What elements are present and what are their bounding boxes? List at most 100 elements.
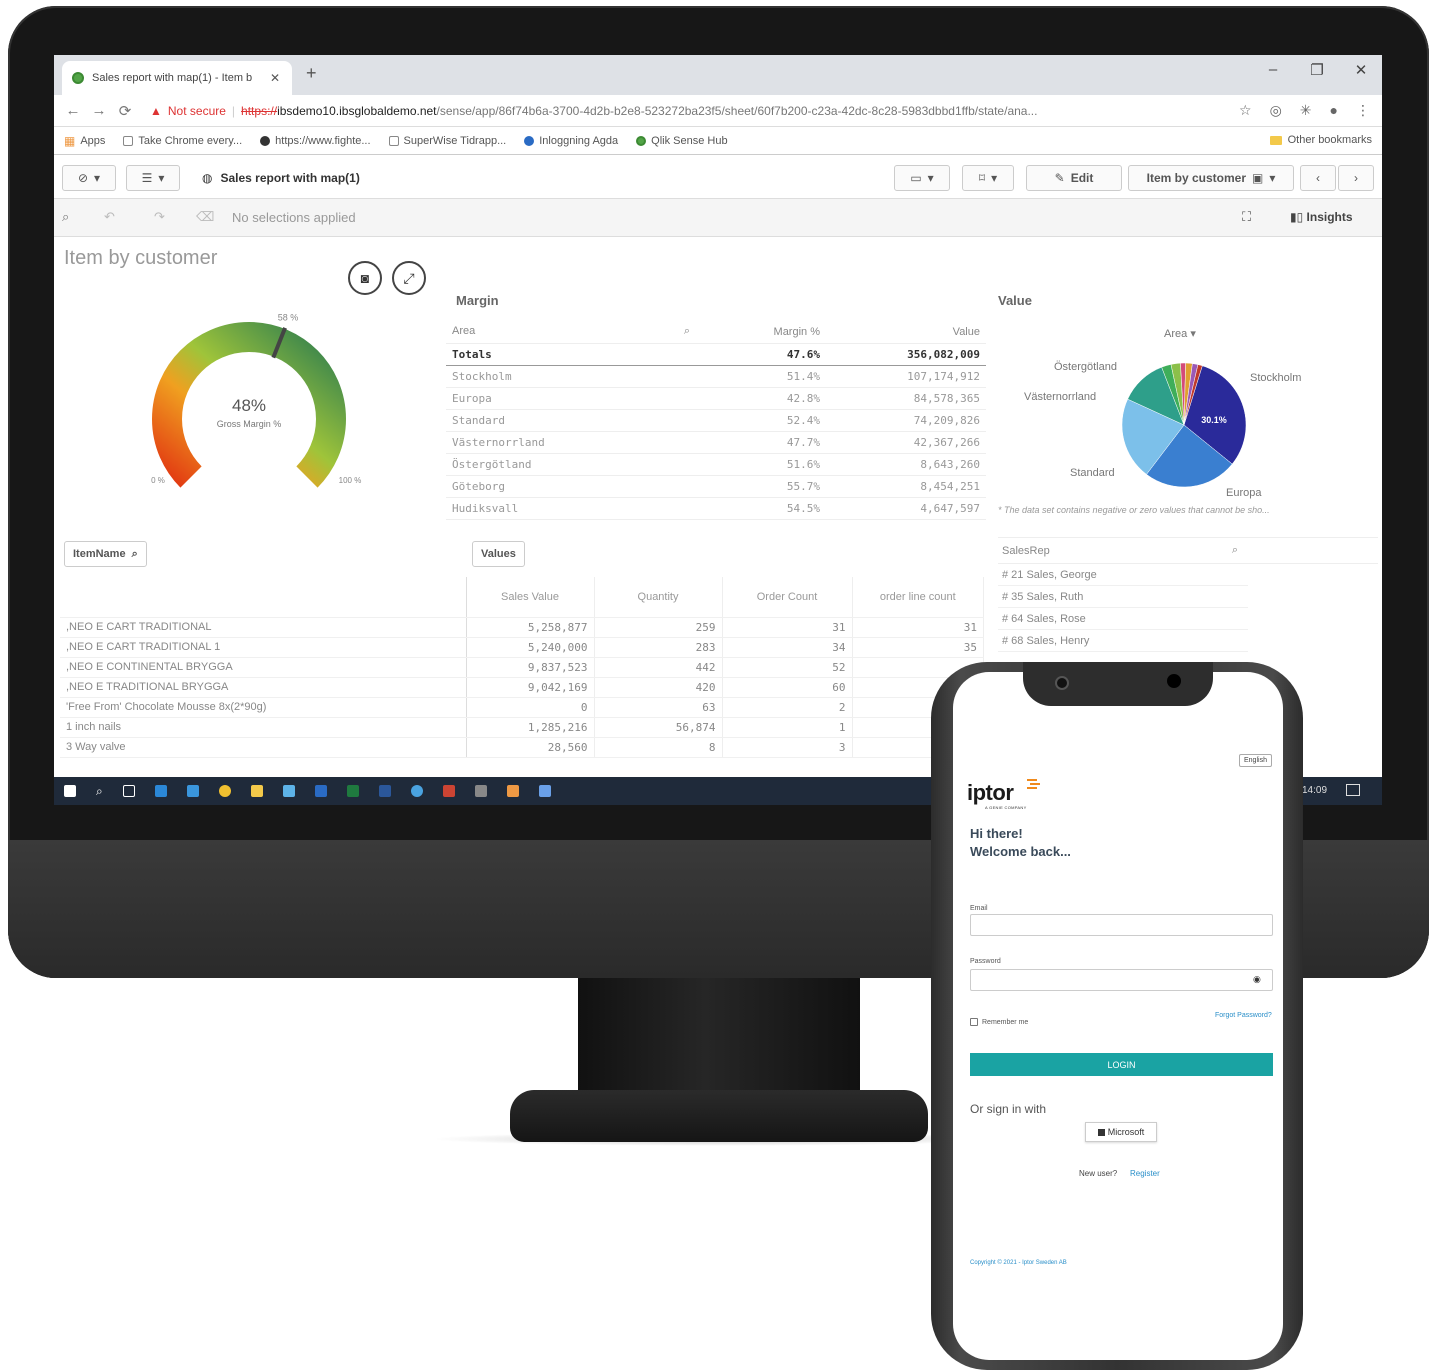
remember-checkbox[interactable] bbox=[970, 1018, 978, 1026]
forgot-password-link[interactable]: Forgot Password? bbox=[1215, 1012, 1272, 1019]
forward-arrow-icon[interactable]: → bbox=[86, 102, 112, 119]
salesrep-header[interactable]: SalesRep ⌕ bbox=[998, 538, 1378, 564]
step-back-icon[interactable]: ↶ bbox=[104, 209, 115, 225]
pie-dimension-selector[interactable]: Area ▾ bbox=[1164, 327, 1196, 340]
table-row[interactable]: ,NEO E CART TRADITIONAL 5,258,877 259 31 31 bbox=[60, 617, 984, 638]
margin-cell: 84,578,365 bbox=[826, 387, 986, 410]
bookmark-item[interactable]: https://www.fighte... bbox=[260, 135, 371, 147]
header-order-count[interactable]: Order Count bbox=[722, 577, 853, 618]
url-scheme: https:// bbox=[241, 103, 278, 118]
star-icon[interactable]: ☆ bbox=[1239, 102, 1252, 119]
selection-tool-icon[interactable]: ⛶ bbox=[1242, 209, 1251, 225]
store-icon[interactable] bbox=[282, 785, 295, 797]
task-view-icon[interactable] bbox=[122, 785, 135, 797]
language-button[interactable]: English bbox=[1239, 754, 1272, 767]
edit-button[interactable]: ✎ Edit bbox=[1026, 165, 1122, 191]
bookmark-item[interactable]: Inloggning Agda bbox=[524, 135, 618, 147]
app-icon[interactable] bbox=[506, 785, 519, 797]
margin-header-margin[interactable]: Margin % bbox=[696, 321, 826, 344]
extension-2-icon[interactable]: ✳ bbox=[1300, 102, 1312, 119]
extension-icon[interactable]: ◎ bbox=[1270, 102, 1282, 119]
margin-table-row[interactable]: Hudiksvall 54.5% 4,647,597 bbox=[446, 497, 986, 520]
margin-table-row[interactable]: Östergötland 51.6% 8,643,260 bbox=[446, 453, 986, 476]
maximize-button[interactable]: ❐ bbox=[1302, 61, 1332, 79]
register-link[interactable]: Register bbox=[1130, 1169, 1160, 1178]
app-icon[interactable] bbox=[538, 785, 551, 797]
reload-icon[interactable]: ⟳ bbox=[112, 102, 138, 120]
table-row[interactable]: 'Free From' Chocolate Mousse 8x(2*90g) 0 6… bbox=[60, 697, 984, 718]
global-menu-button[interactable]: ☰ ▾ bbox=[126, 165, 180, 191]
microsoft-signin-button[interactable]: Microsoft bbox=[1085, 1122, 1157, 1142]
camera-icon: ◙ bbox=[360, 270, 370, 286]
bookmark-button[interactable]: ⌑ ▾ bbox=[962, 165, 1014, 191]
clear-selections-icon[interactable]: ⌫ bbox=[196, 209, 214, 225]
windows-start-icon[interactable] bbox=[64, 785, 76, 797]
step-forward-icon[interactable]: ↷ bbox=[154, 209, 165, 225]
list-item[interactable]: # 21 Sales, George bbox=[998, 564, 1248, 586]
itemname-filter[interactable]: ItemName ⌕ bbox=[64, 541, 147, 567]
url-field[interactable]: ▲ Not secure | https://ibsdemo10.ibsglob… bbox=[150, 104, 1190, 118]
outlook-icon[interactable] bbox=[314, 785, 327, 797]
apps-grid-icon: ▦ bbox=[64, 133, 76, 148]
tab-close-icon[interactable]: ✕ bbox=[270, 71, 280, 85]
table-row[interactable]: 3 Way valve 28,560 8 3 bbox=[60, 737, 984, 758]
search-icon[interactable]: ⌕ bbox=[96, 784, 103, 799]
sheet-selector[interactable]: Item by customer ▣ ▾ bbox=[1128, 165, 1294, 191]
smart-search-icon[interactable]: ⌕ bbox=[62, 209, 69, 225]
excel-icon[interactable] bbox=[346, 785, 359, 797]
menu-dots-icon[interactable]: ⋮ bbox=[1356, 102, 1370, 119]
margin-table-row[interactable]: Europa 42.8% 84,578,365 bbox=[446, 387, 986, 410]
bookmark-item[interactable]: Take Chrome every... bbox=[123, 135, 242, 147]
notifications-icon[interactable] bbox=[1346, 784, 1360, 796]
previous-sheet-button[interactable]: ‹ bbox=[1300, 165, 1336, 191]
table-row[interactable]: ,NEO E TRADITIONAL BRYGGA 9,042,169 420 60 bbox=[60, 677, 984, 698]
margin-header-value[interactable]: Value bbox=[826, 321, 986, 344]
search-icon[interactable]: ⌕ bbox=[684, 325, 690, 338]
table-row[interactable]: ,NEO E CART TRADITIONAL 1 5,240,000 283 34 3… bbox=[60, 637, 984, 658]
list-item[interactable]: # 68 Sales, Henry bbox=[998, 630, 1248, 652]
snapshot-button[interactable]: ◙ bbox=[348, 261, 382, 295]
list-item[interactable]: # 64 Sales, Rose bbox=[998, 608, 1248, 630]
pie-label-ostergotland: Östergötland bbox=[1054, 361, 1117, 373]
explorer-icon[interactable] bbox=[250, 785, 263, 797]
margin-cell: 8,643,260 bbox=[826, 453, 986, 476]
profile-icon[interactable]: ● bbox=[1330, 102, 1338, 119]
login-button[interactable]: LOGIN bbox=[970, 1053, 1273, 1076]
other-bookmarks[interactable]: Other bookmarks bbox=[1269, 134, 1372, 146]
chrome-icon[interactable] bbox=[218, 785, 231, 797]
ie-icon[interactable] bbox=[186, 785, 199, 797]
insights-button[interactable]: ▮▯ Insights bbox=[1290, 210, 1353, 224]
edge-icon[interactable] bbox=[154, 785, 167, 797]
margin-table-row[interactable]: Stockholm 51.4% 107,174,912 bbox=[446, 365, 986, 388]
margin-header-area[interactable]: Area ⌕ bbox=[446, 321, 696, 344]
margin-table-row[interactable]: Standard 52.4% 74,209,826 bbox=[446, 409, 986, 432]
close-window-button[interactable]: ✕ bbox=[1346, 61, 1376, 79]
margin-table-row[interactable]: Västernorrland 47.7% 42,367,266 bbox=[446, 431, 986, 454]
story-button[interactable]: ▭ ▾ bbox=[894, 165, 950, 191]
list-item[interactable]: # 35 Sales, Ruth bbox=[998, 586, 1248, 608]
app-icon[interactable] bbox=[410, 785, 423, 797]
bookmark-item[interactable]: SuperWise Tidrapp... bbox=[388, 135, 506, 147]
header-order-line-count[interactable]: order line count bbox=[852, 577, 984, 618]
eye-icon[interactable]: ◉ bbox=[1253, 974, 1261, 985]
header-sales-value[interactable]: Sales Value bbox=[466, 577, 595, 618]
next-sheet-button[interactable]: › bbox=[1338, 165, 1374, 191]
password-input[interactable] bbox=[970, 969, 1273, 991]
bookmark-item[interactable]: Qlik Sense Hub bbox=[636, 135, 728, 147]
email-input[interactable] bbox=[970, 914, 1273, 936]
new-tab-button[interactable]: + bbox=[306, 63, 317, 84]
margin-table-row[interactable]: Göteborg 55.7% 8,454,251 bbox=[446, 475, 986, 498]
back-arrow-icon[interactable]: ← bbox=[60, 102, 86, 119]
table-row[interactable]: ,NEO E CONTINENTAL BRYGGA 9,837,523 442 52 bbox=[60, 657, 984, 678]
browser-tab[interactable]: Sales report with map(1) - Item b ✕ bbox=[62, 61, 292, 95]
header-quantity[interactable]: Quantity bbox=[594, 577, 723, 618]
navigation-compass-button[interactable]: ⊘ ▾ bbox=[62, 165, 116, 191]
bookmark-apps[interactable]: ▦ Apps bbox=[64, 134, 105, 148]
app-icon[interactable] bbox=[474, 785, 487, 797]
fullscreen-button[interactable]: ⤢ bbox=[392, 261, 426, 295]
search-icon[interactable]: ⌕ bbox=[1232, 544, 1238, 557]
powerpoint-icon[interactable] bbox=[442, 785, 455, 797]
word-icon[interactable] bbox=[378, 785, 391, 797]
minimize-button[interactable]: – bbox=[1258, 61, 1288, 78]
table-row[interactable]: 1 inch nails 1,285,216 56,874 1 bbox=[60, 717, 984, 738]
